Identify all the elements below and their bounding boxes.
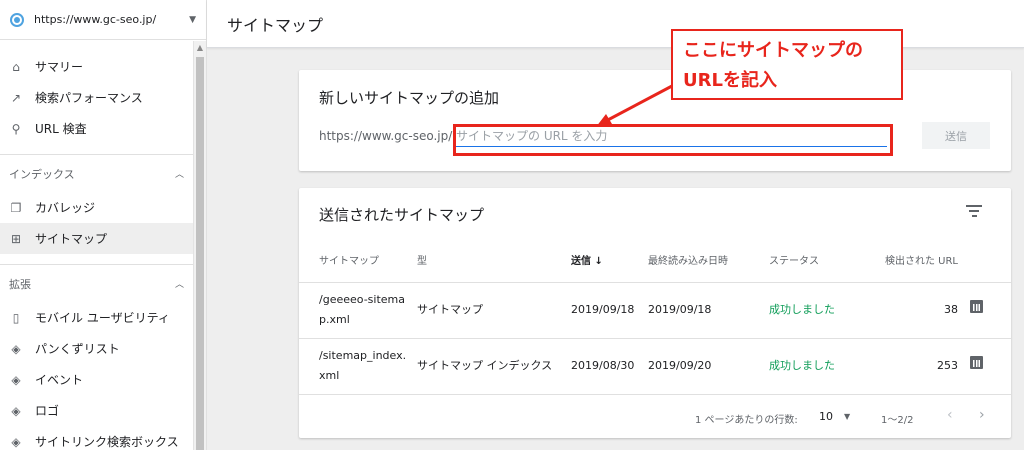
annotation-line: ここにサイトマップの	[683, 40, 863, 61]
annotation-callout: ここにサイトマップの URLを記入	[671, 29, 903, 100]
annotation-line: URLを記入	[683, 70, 777, 91]
